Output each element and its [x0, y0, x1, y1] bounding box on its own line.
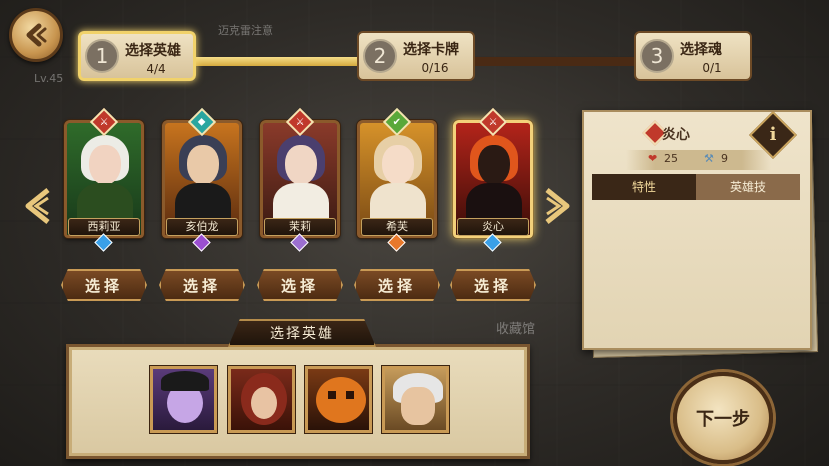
hero-card[interactable]: ⚔ 茉莉: [260, 107, 340, 252]
attack-icon: ⚒: [704, 152, 714, 165]
info-icon: i: [769, 124, 777, 145]
player-label: 迈克雷注意: [218, 24, 273, 37]
level-label: Lv.45: [34, 72, 64, 85]
step-label: 选择英雄: [125, 43, 181, 59]
detail-tabs: 特性 英雄技: [592, 174, 800, 200]
back-arrow-icon: [26, 23, 47, 47]
tab-hero-skill[interactable]: 英雄技: [696, 174, 800, 200]
step-select-soul[interactable]: 3 选择魂 0/1: [634, 31, 752, 81]
selected-hero-slot[interactable]: [228, 366, 295, 433]
select-hero-button[interactable]: 选择: [354, 269, 440, 301]
hero-stats: ❤ 25 ⚒ 9: [626, 150, 771, 170]
step-count: 4/4: [146, 62, 166, 76]
step-label: 选择卡牌: [403, 42, 459, 58]
selected-heroes-strip: [66, 344, 530, 459]
hero-card[interactable]: ⚔ 西莉亚: [64, 107, 144, 252]
library-label: 收藏馆: [496, 322, 536, 337]
step-count: 0/1: [702, 61, 722, 75]
selected-heroes-title: 选择英雄: [228, 319, 376, 347]
hero-card[interactable]: ✔ 希芙: [357, 107, 437, 252]
hero-detail-name: 炎心: [662, 127, 690, 143]
selected-hero-slot[interactable]: [150, 366, 217, 433]
select-hero-button[interactable]: 选择: [61, 269, 147, 301]
progress-line-complete: [180, 57, 370, 66]
select-hero-button[interactable]: 选择: [450, 269, 536, 301]
next-page-icon[interactable]: [543, 186, 573, 226]
back-button[interactable]: [9, 8, 63, 62]
step-number: 3: [640, 39, 674, 73]
next-step-button[interactable]: 下一步: [673, 372, 773, 464]
step-select-cards[interactable]: 2 选择卡牌 0/16: [357, 31, 475, 81]
step-number: 1: [85, 39, 119, 73]
selected-hero-slot[interactable]: [382, 366, 449, 433]
step-count: 0/16: [421, 61, 449, 75]
hp-value: 25: [664, 152, 678, 165]
hero-card[interactable]: ◆ 亥伯龙: [162, 107, 242, 252]
attack-value: 9: [721, 152, 728, 165]
step-number: 2: [363, 39, 397, 73]
hero-card-selected[interactable]: ⚔ 炎心: [453, 107, 533, 252]
select-hero-button[interactable]: 选择: [159, 269, 245, 301]
previous-page-icon[interactable]: [22, 186, 52, 226]
select-hero-button[interactable]: 选择: [257, 269, 343, 301]
step-select-hero[interactable]: 1 选择英雄 4/4: [78, 31, 196, 81]
hero-detail-panel: 炎心 i ❤ 25 ⚒ 9 特性 英雄技: [582, 110, 812, 350]
step-label: 选择魂: [680, 42, 722, 58]
heart-icon: ❤: [648, 152, 658, 165]
selected-hero-slot[interactable]: [305, 366, 372, 433]
progress-line-pending: [470, 57, 650, 66]
tab-traits[interactable]: 特性: [592, 174, 696, 200]
